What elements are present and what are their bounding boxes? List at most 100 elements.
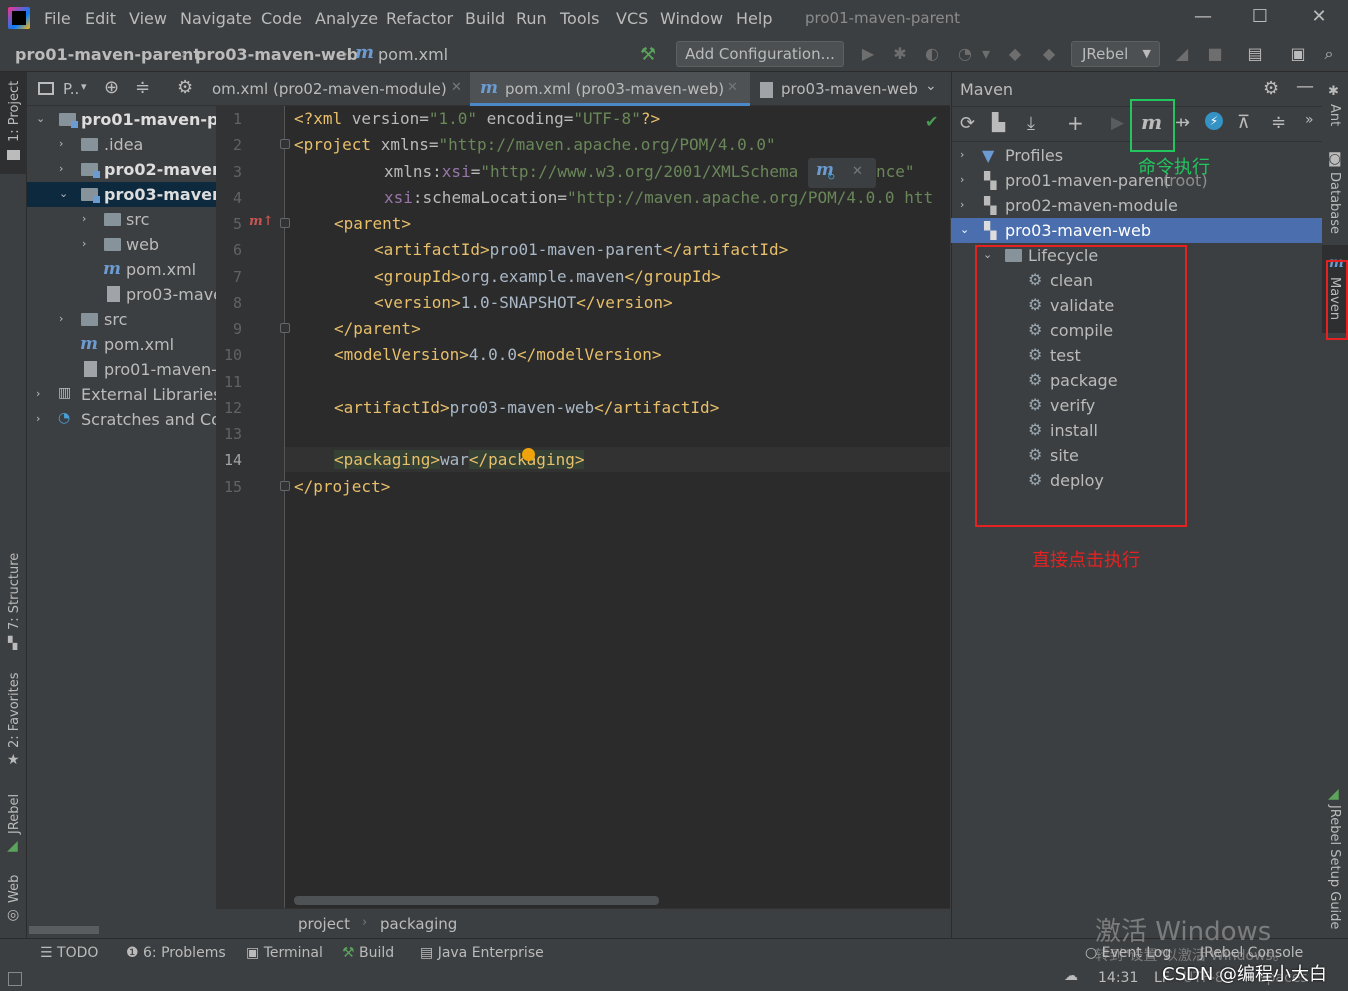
download-icon[interactable]: ⤓ bbox=[1027, 113, 1035, 134]
hide-panel-icon[interactable]: — bbox=[1296, 76, 1314, 97]
menu-analyze[interactable]: Analyze bbox=[315, 9, 378, 28]
editor-horizontal-scrollbar[interactable] bbox=[294, 896, 659, 905]
tool-windows-icon[interactable] bbox=[8, 972, 22, 986]
project-view-selector[interactable]: P.. bbox=[63, 80, 79, 98]
fold-icon[interactable] bbox=[280, 481, 290, 491]
minimize-icon[interactable]: — bbox=[1188, 6, 1218, 30]
project-structure-icon[interactable]: ▤ bbox=[1245, 44, 1265, 64]
tree-row-pro03[interactable]: ⌄ pro03-maven- bbox=[27, 182, 216, 207]
code-with-me-icon[interactable]: ▣ bbox=[1288, 44, 1308, 64]
menu-edit[interactable]: Edit bbox=[85, 9, 116, 28]
menu-navigate[interactable]: Navigate bbox=[180, 9, 252, 28]
horizontal-scrollbar[interactable] bbox=[29, 926, 99, 934]
build-tool-button[interactable]: ⚒ Build bbox=[342, 945, 394, 961]
collapse-all-icon[interactable]: ≑ bbox=[1271, 112, 1286, 133]
tree-row-external-libraries[interactable]: › ▥ External Libraries bbox=[27, 382, 216, 407]
tree-row-pro01[interactable]: ⌄ pro01-maven-par bbox=[27, 107, 216, 132]
tree-row-pom-root[interactable]: m pom.xml bbox=[27, 332, 216, 357]
menu-file[interactable]: File bbox=[44, 9, 71, 28]
database-tool-button[interactable]: Database bbox=[1327, 172, 1342, 234]
fold-icon[interactable] bbox=[280, 139, 290, 149]
chevron-down-icon[interactable]: ⌄ bbox=[59, 187, 69, 200]
maven-reload-popup[interactable]: m ↻ ✕ bbox=[808, 158, 876, 188]
tree-row-web[interactable]: › web bbox=[27, 232, 216, 257]
maven-tree-pro02[interactable]: › ▚ pro02-maven-module bbox=[951, 193, 1322, 218]
tree-row-pro02[interactable]: › pro02-maven- bbox=[27, 157, 216, 182]
menu-run[interactable]: Run bbox=[516, 9, 547, 28]
chevron-down-icon[interactable]: ⌄ bbox=[925, 78, 937, 94]
close-tab-icon[interactable]: ✕ bbox=[727, 80, 738, 95]
collapse-all-icon[interactable]: ≑ bbox=[135, 77, 150, 98]
chevron-right-icon[interactable]: › bbox=[59, 137, 69, 150]
menu-refactor[interactable]: Refactor bbox=[386, 9, 453, 28]
tree-row-iml-root[interactable]: pro01-maven-p bbox=[27, 357, 216, 382]
chevron-down-icon[interactable]: ⌄ bbox=[960, 223, 970, 236]
locate-icon[interactable]: ⊕ bbox=[104, 77, 119, 98]
web-tool-button[interactable]: Web bbox=[7, 875, 22, 903]
chevron-down-icon[interactable]: ▾ bbox=[81, 80, 87, 93]
tab-pro03-iml[interactable]: pro03-maven-web ⌄ bbox=[750, 72, 950, 106]
breadcrumb-project[interactable]: pro01-maven-parent bbox=[15, 45, 201, 64]
maven-parent-gutter-icon[interactable]: m↑ bbox=[249, 214, 274, 229]
menu-vcs[interactable]: VCS bbox=[616, 9, 648, 28]
jrebel-console-button[interactable]: JRebel Console bbox=[1200, 945, 1303, 961]
reload-icon[interactable]: ⟳ bbox=[960, 113, 975, 134]
tree-row-pom[interactable]: m pom.xml bbox=[27, 257, 216, 282]
breadcrumb-module[interactable]: pro03-maven-web bbox=[195, 45, 358, 64]
structure-tool-button[interactable]: 7: Structure bbox=[7, 553, 22, 630]
chevron-right-icon[interactable]: › bbox=[36, 387, 46, 400]
tab-pom-pro03[interactable]: m pom.xml (pro03-maven-web) ✕ bbox=[470, 72, 750, 106]
fold-icon[interactable] bbox=[280, 218, 290, 228]
add-configuration-button[interactable]: Add Configuration... bbox=[676, 41, 844, 67]
menu-view[interactable]: View bbox=[129, 9, 167, 28]
chevron-down-icon[interactable]: ⌄ bbox=[36, 112, 46, 125]
jrebel-tool-button[interactable]: JRebel bbox=[7, 794, 22, 834]
jrebel-run-icon[interactable]: ◆ bbox=[1005, 44, 1025, 64]
close-tab-icon[interactable]: ✕ bbox=[451, 80, 462, 95]
maven-tree-pro01[interactable]: › ▚ pro01-maven-parent (root) bbox=[951, 168, 1322, 193]
chevron-right-icon[interactable]: › bbox=[960, 198, 970, 211]
toggle-offline-icon[interactable]: ⇸ bbox=[1175, 112, 1190, 133]
chevron-right-icon[interactable]: › bbox=[82, 237, 92, 250]
intention-bulb-icon[interactable] bbox=[522, 448, 535, 461]
close-icon[interactable]: ✕ bbox=[852, 164, 863, 179]
maven-tree-pro03[interactable]: ⌄ ▚ pro03-maven-web bbox=[951, 218, 1322, 243]
menu-help[interactable]: Help bbox=[736, 9, 772, 28]
jrebel-setup-guide-tool-button[interactable]: JRebel Setup Guide bbox=[1327, 805, 1342, 929]
skip-tests-icon[interactable]: ⚡ bbox=[1205, 112, 1223, 130]
stop-icon[interactable]: ■ bbox=[1205, 44, 1225, 64]
tree-row-src-root[interactable]: › src bbox=[27, 307, 216, 332]
debug-icon[interactable]: ✱ bbox=[890, 44, 910, 64]
maven-tree-profiles[interactable]: › ▼ Profiles bbox=[951, 143, 1322, 168]
breadcrumb-file[interactable]: pom.xml bbox=[378, 45, 448, 64]
java-enterprise-tool-button[interactable]: ▤ Java Enterprise bbox=[420, 945, 544, 961]
gear-icon[interactable]: ⚙ bbox=[177, 77, 193, 98]
run-icon[interactable]: ▶ bbox=[1111, 113, 1124, 133]
close-icon[interactable]: ✕ bbox=[1304, 6, 1334, 30]
chevron-down-icon[interactable]: ▾ bbox=[980, 44, 992, 64]
tree-row-src[interactable]: › src bbox=[27, 207, 216, 232]
menu-window[interactable]: Window bbox=[660, 9, 723, 28]
jrebel-debug-icon[interactable]: ◆ bbox=[1039, 44, 1059, 64]
breadcrumb-project-tag[interactable]: project bbox=[298, 915, 350, 933]
todo-tool-button[interactable]: ☰ TODO bbox=[40, 945, 98, 961]
status-time[interactable]: 14:31 bbox=[1098, 970, 1138, 986]
chevron-right-icon[interactable]: › bbox=[59, 312, 69, 325]
show-dependencies-icon[interactable]: ⊼ bbox=[1237, 112, 1250, 133]
search-icon[interactable]: ⌕ bbox=[1319, 44, 1339, 64]
tree-row-iml[interactable]: pro03-mave bbox=[27, 282, 216, 307]
run-icon[interactable]: ▶ bbox=[858, 44, 878, 64]
chevron-right-icon[interactable]: › bbox=[960, 148, 970, 161]
chevron-right-icon[interactable]: › bbox=[36, 412, 46, 425]
jrebel-select[interactable]: JRebel ▼ bbox=[1071, 41, 1160, 67]
tab-pom-pro02[interactable]: om.xml (pro02-maven-module) ✕ bbox=[212, 72, 470, 106]
coverage-icon[interactable]: ◐ bbox=[922, 44, 942, 64]
event-log-button[interactable]: ○ Event Log bbox=[1085, 945, 1171, 961]
menu-code[interactable]: Code bbox=[261, 9, 302, 28]
menu-tools[interactable]: Tools bbox=[560, 9, 599, 28]
hammer-build-icon[interactable]: ⚒ bbox=[640, 44, 656, 65]
ant-tool-button[interactable]: Ant bbox=[1327, 104, 1342, 126]
favorites-tool-button[interactable]: 2: Favorites bbox=[7, 672, 22, 748]
chevron-right-icon[interactable]: › bbox=[960, 173, 970, 186]
problems-tool-button[interactable]: ❶ 6: Problems bbox=[126, 945, 226, 961]
